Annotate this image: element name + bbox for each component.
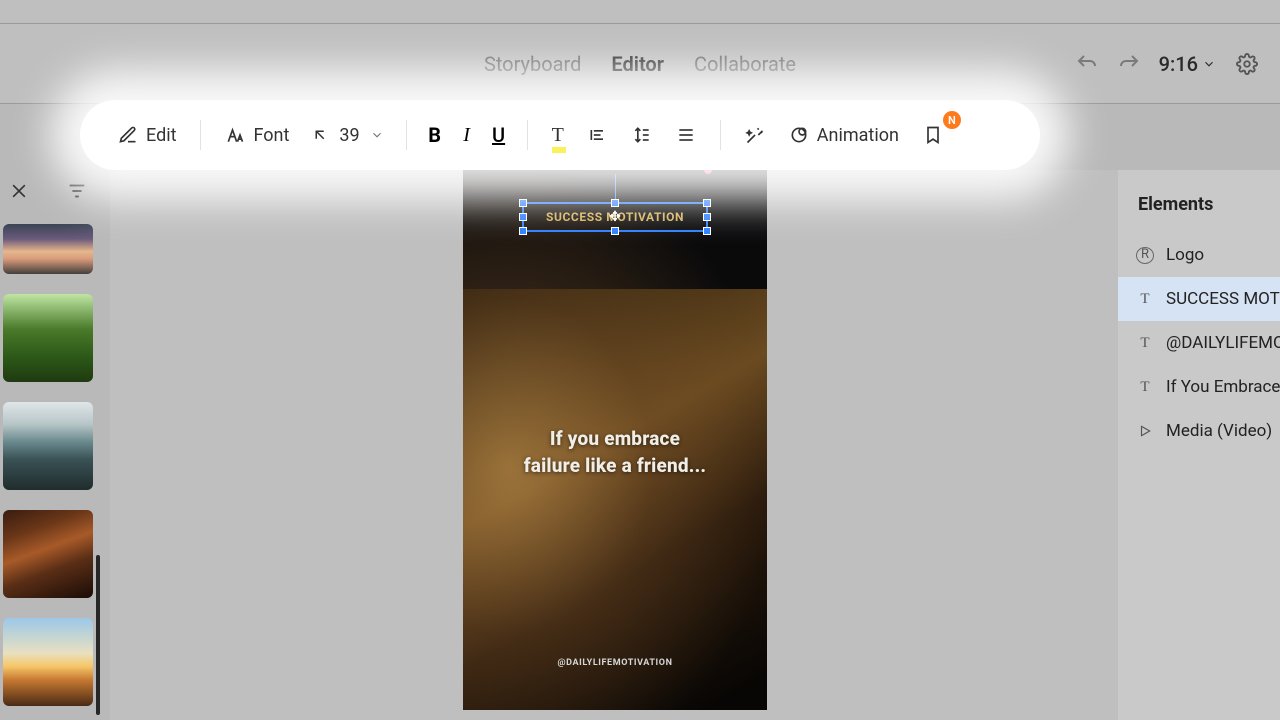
media-thumbnail[interactable] [3,510,93,598]
font-label: Font [253,125,289,146]
font-size-control[interactable]: 39 [303,125,391,146]
caption-line2: failure like a friend... [463,453,767,480]
tab-collaborate[interactable]: Collaborate [694,52,796,76]
elements-panel: Elements R Logo T SUCCESS MOTIVATION T @… [1118,170,1280,720]
element-item-logo[interactable]: R Logo [1118,233,1280,277]
undo-icon[interactable] [1075,52,1099,76]
video-preview[interactable]: SUCCESS MOTIVATION ✥ If you embrace fail… [463,170,767,710]
line-spacing-button[interactable] [622,119,662,151]
caption-line1: If you embrace [463,426,767,453]
resize-handle-mr[interactable] [703,213,711,221]
align-justify-icon [676,125,696,145]
element-label: Logo [1166,245,1204,265]
font-button[interactable]: Font [215,119,299,152]
element-item-title-text[interactable]: T SUCCESS MOTIVATION [1118,277,1280,321]
text-icon: T [1136,378,1154,396]
animation-icon [789,125,809,145]
animation-label: Animation [817,125,899,146]
align-left-icon [588,125,608,145]
separator [720,120,721,150]
tab-editor[interactable]: Editor [611,52,664,76]
line-spacing-icon [632,125,652,145]
autosize-icon [311,126,329,144]
element-item-handle-text[interactable]: T @DAILYLIFEMOTIVATION [1118,321,1280,365]
scrollbar[interactable] [96,555,100,715]
media-thumbnail[interactable] [3,224,93,274]
resize-handle-br[interactable] [703,227,711,235]
play-icon [1136,422,1154,440]
filter-button[interactable] [64,178,90,204]
media-thumbnail[interactable] [3,402,93,490]
close-panel-button[interactable] [6,178,32,204]
element-label: @DAILYLIFEMOTIVATION [1166,333,1280,353]
resize-handle-tm[interactable] [611,199,619,207]
handle-text-element[interactable]: @DAILYLIFEMOTIVATION [463,658,767,668]
settings-icon[interactable] [1234,51,1260,77]
separator [406,120,407,150]
media-thumbnail[interactable] [3,618,93,706]
text-color-button[interactable]: T [542,118,574,153]
media-library-panel [0,170,96,720]
animation-button[interactable]: Animation [779,119,909,152]
separator [200,120,201,150]
edit-button[interactable]: Edit [108,119,186,152]
bookmark-icon [923,125,943,145]
resize-handle-ml[interactable] [519,213,527,221]
bookmark-button[interactable]: N [913,119,953,151]
edit-label: Edit [146,125,176,146]
resize-handle-bl[interactable] [519,227,527,235]
chevron-down-icon [370,128,384,142]
bold-button[interactable]: B [421,123,449,147]
move-cursor-icon: ✥ [609,209,621,225]
text-align-button[interactable] [666,119,706,151]
caption-text-element[interactable]: If you embrace failure like a friend... [463,426,767,479]
selection-box[interactable]: ✥ [522,202,708,232]
element-label: SUCCESS MOTIVATION [1166,289,1280,309]
font-icon [225,125,245,145]
aspect-ratio-selector[interactable]: 9:16 [1159,52,1216,76]
element-label: Media (Video) [1166,421,1272,441]
align-left-button[interactable] [578,119,618,151]
italic-button[interactable]: I [453,124,481,147]
text-color-icon: T [552,124,564,147]
window-top-strip [0,0,1280,24]
text-edit-toolbar: Edit Font 39 B I U T Animation N [80,100,1040,170]
close-icon [9,181,29,201]
font-size-value: 39 [339,125,359,146]
separator [527,120,528,150]
canvas-area: SUCCESS MOTIVATION ✥ If you embrace fail… [110,170,1120,720]
pencil-icon [118,125,138,145]
registered-icon: R [1136,247,1154,264]
element-label: If You Embrace Failure [1166,377,1280,397]
tab-storyboard[interactable]: Storyboard [484,52,581,76]
filter-icon [66,180,88,202]
magic-wand-icon [745,125,765,145]
redo-icon[interactable] [1117,52,1141,76]
resize-handle-tr[interactable] [703,199,711,207]
chevron-down-icon [1202,57,1216,71]
media-thumbnail[interactable] [3,294,93,382]
resize-handle-tl[interactable] [519,199,527,207]
elements-header: Elements [1118,170,1280,233]
effects-button[interactable] [735,119,775,151]
new-badge: N [943,111,961,129]
element-item-media[interactable]: Media (Video) [1118,409,1280,453]
underline-button[interactable]: U [485,123,513,147]
nav-tabs: Storyboard Editor Collaborate [484,52,796,76]
resize-handle-bm[interactable] [611,227,619,235]
text-icon: T [1136,290,1154,308]
aspect-ratio-value: 9:16 [1159,52,1198,76]
element-item-caption-text[interactable]: T If You Embrace Failure [1118,365,1280,409]
main-nav: Storyboard Editor Collaborate 9:16 [0,24,1280,104]
text-icon: T [1136,334,1154,352]
